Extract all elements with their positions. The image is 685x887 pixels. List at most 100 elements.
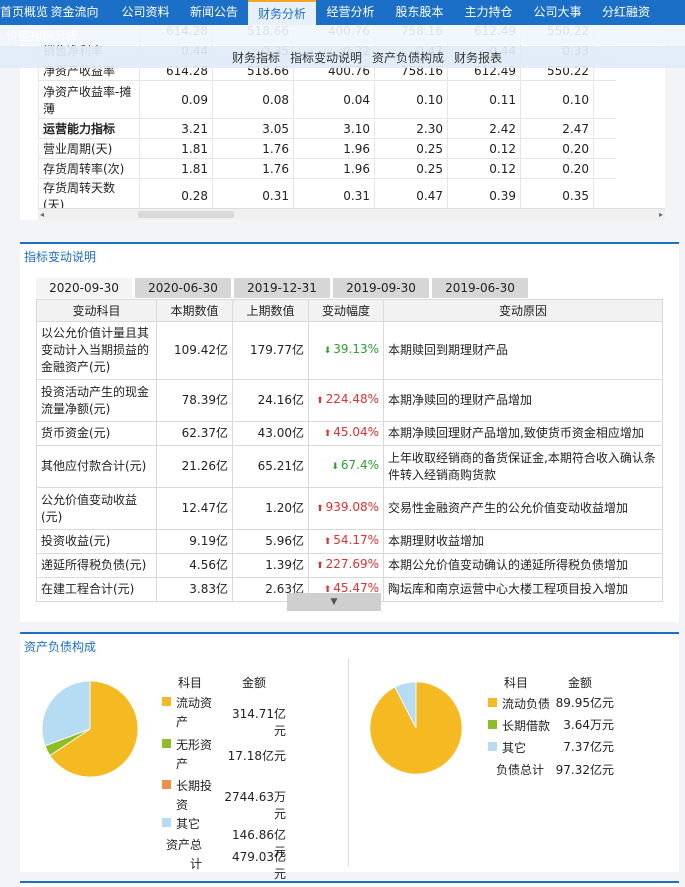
- date-tab[interactable]: 2019-09-30: [333, 278, 429, 298]
- legend-amount: 3.64万元: [563, 718, 614, 732]
- indicator-value: 0.04: [293, 80, 375, 119]
- legend-amount: 7.37亿元: [563, 740, 614, 754]
- legend-swatch: [162, 818, 171, 827]
- nav-tab[interactable]: 公司大事: [523, 0, 592, 25]
- table-row: 其他应付款合计(元) 21.26亿 65.21亿 ⬇ 67.4% 上年收取经销商的备货保证…: [36, 445, 663, 488]
- legend-col-item: 科目: [178, 676, 203, 690]
- scroll-right-icon[interactable]: ▸: [659, 209, 663, 220]
- legend-swatch: [162, 697, 171, 706]
- date-tab[interactable]: 2020-09-30: [36, 278, 132, 298]
- legend-amount: 89.95亿元: [555, 696, 614, 710]
- indicator-value: 0.25: [374, 158, 448, 179]
- nav-tab[interactable]: 经营分析: [316, 0, 385, 25]
- change-item: 货币资金(元): [36, 421, 157, 446]
- change-amount: ⬆ 224.48%: [308, 379, 384, 422]
- cell: [593, 118, 616, 139]
- legend-amount: 2744.63万元: [224, 790, 286, 821]
- indicator-value: 0.09: [139, 80, 213, 119]
- current-value: 9.19亿: [156, 529, 233, 554]
- date-tab[interactable]: 2020-06-30: [135, 278, 231, 298]
- previous-value: 5.96亿: [232, 529, 309, 554]
- section-header: 资产负债构成: [20, 632, 679, 654]
- indicator-value: 0.10: [374, 80, 448, 119]
- change-amount: ⬆ 54.17%: [308, 529, 384, 554]
- nav-tab[interactable]: 资金流向: [38, 0, 111, 25]
- indicator-value: 1.76: [212, 138, 294, 159]
- expand-more-button[interactable]: ▼: [287, 593, 381, 611]
- legend-col-amount: 金额: [242, 676, 267, 690]
- nav-tab[interactable]: 公司资料: [111, 0, 180, 25]
- change-percent: 227.69%: [325, 557, 379, 571]
- finance-subtabs: 财务指标 指标变动说明 资产负债构成 财务报表: [0, 46, 685, 68]
- nav-tab[interactable]: 主力持仓: [454, 0, 523, 25]
- legend-amount: 314.71亿元: [232, 707, 286, 738]
- current-value: 21.26亿: [156, 445, 233, 488]
- previous-value: 1.20亿: [232, 487, 309, 530]
- table-row: 以公允价值计量且其变动计入当期损益的金融资产(元) 109.42亿 179.77亿 ⬇…: [36, 321, 663, 380]
- legend-swatch: [488, 720, 497, 729]
- horizontal-scrollbar[interactable]: ◂ ▸: [38, 208, 665, 220]
- table-row: 货币资金(元) 62.37亿 43.00亿 ⬆ 45.04% 本期净赎回理财产品增加,致使…: [36, 421, 663, 446]
- nav-tab[interactable]: 首页概览: [0, 0, 48, 25]
- liabilities-pie-chart: [369, 681, 463, 775]
- nav-tab[interactable]: 股东股本: [385, 0, 454, 25]
- indicator-label: 营业周期(天): [38, 138, 140, 159]
- indicator-value: 0.12: [447, 138, 521, 159]
- header-row: 变动科目 本期数值 上期数值 变动幅度 变动原因: [36, 299, 663, 322]
- total-value: 479.03亿元: [232, 850, 286, 881]
- change-reason: 本期净赎回理财产品增加,致使货币资金相应增加: [383, 421, 663, 446]
- change-item: 投资活动产生的现金流量净额(元): [36, 379, 157, 422]
- change-item: 以公允价值计量且其变动计入当期损益的金融资产(元): [36, 321, 157, 380]
- table-row: 投资活动产生的现金流量净额(元) 78.39亿 24.16亿 ⬆ 224.48% 本期净赎…: [36, 379, 663, 422]
- indicator-value: 0.11: [447, 80, 521, 119]
- legend-swatch: [488, 742, 497, 751]
- indicator-value: 0.20: [520, 138, 594, 159]
- column-header: 本期数值: [156, 299, 233, 322]
- previous-value: 24.16亿: [232, 379, 309, 422]
- change-item: 投资收益(元): [36, 529, 157, 554]
- arrow-down-icon: ⬇: [323, 346, 332, 356]
- nav-tab[interactable]: 分红融资: [592, 0, 660, 25]
- change-item: 其他应付款合计(元): [36, 445, 157, 488]
- nav-tab[interactable]: 新闻公告: [180, 0, 248, 25]
- subtab[interactable]: 财务指标: [232, 49, 280, 66]
- table-row: 投资收益(元) 9.19亿 5.96亿 ⬆ 54.17% 本期理财收益增加: [36, 529, 663, 554]
- indicator-value: 1.96: [293, 138, 375, 159]
- change-reason: 本期理财收益增加: [383, 529, 663, 554]
- subtab[interactable]: 财务报表: [454, 49, 502, 66]
- column-header: 上期数值: [232, 299, 309, 322]
- current-value: 109.42亿: [156, 321, 233, 380]
- scrollbar-thumb[interactable]: [138, 211, 234, 218]
- nav-tab[interactable]: 财务分析: [248, 0, 316, 25]
- cell: [593, 158, 616, 179]
- date-tab[interactable]: 2019-06-30: [432, 278, 528, 298]
- indicator-value: 3.21: [139, 118, 213, 139]
- sub-nav-strip: 价值指标分析: [0, 25, 685, 45]
- legend-name: 无形资产: [176, 738, 213, 771]
- cell: [593, 138, 616, 159]
- previous-value: 1.39亿: [232, 553, 309, 578]
- indicator-row: 存货周转率(次) 1.81 1.76 1.96 0.25 0.12 0.20: [38, 158, 616, 179]
- scroll-left-icon[interactable]: ◂: [40, 209, 44, 220]
- change-item: 在建工程合计(元): [36, 577, 157, 602]
- change-percent: 67.4%: [340, 458, 379, 472]
- section-title: 资产负债构成: [24, 640, 97, 654]
- current-value: 78.39亿: [156, 379, 233, 422]
- indicator-value: 2.30: [374, 118, 448, 139]
- indicator-row: 运营能力指标 3.21 3.05 3.10 2.30 2.42 2.47: [38, 118, 616, 139]
- changes-table: 变动科目 本期数值 上期数值 变动幅度 变动原因 以公允价值计量且其变动计入当期损益的金融…: [36, 299, 663, 602]
- indicator-changes-panel: 指标变动说明 2020-09-30 2020-06-30 2019-12-31 201…: [20, 242, 679, 622]
- indicator-value: 3.10: [293, 118, 375, 139]
- date-tab[interactable]: 2019-12-31: [234, 278, 330, 298]
- arrow-up-icon: ⬆: [323, 537, 332, 547]
- change-reason: 上年收取经销商的备货保证金,本期符合收入确认条件转入经销商购货款: [383, 445, 663, 488]
- subtab[interactable]: 指标变动说明: [290, 49, 362, 66]
- indicator-value: 0.08: [212, 80, 294, 119]
- change-amount: ⬆ 227.69%: [308, 553, 384, 578]
- previous-value: 65.21亿: [232, 445, 309, 488]
- ghost-label: 价值指标分析: [6, 29, 79, 43]
- cell: [593, 80, 616, 119]
- legend-col-amount: 金额: [568, 676, 593, 690]
- change-percent: 939.08%: [325, 500, 379, 514]
- subtab[interactable]: 资产负债构成: [372, 49, 444, 66]
